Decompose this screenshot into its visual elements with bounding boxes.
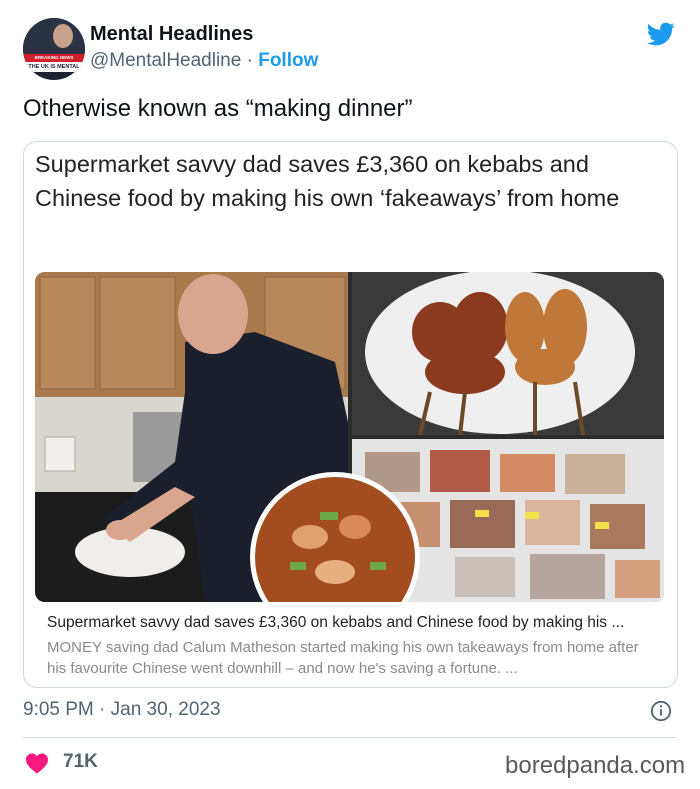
author-handle-line: @MentalHeadline · Follow xyxy=(90,50,318,72)
tweet-timestamp[interactable]: 9:05 PM · Jan 30, 2023 xyxy=(23,699,221,721)
divider xyxy=(23,737,676,738)
author-name[interactable]: Mental Headlines xyxy=(90,23,253,46)
twitter-bird-icon[interactable] xyxy=(645,20,677,48)
photo-collage xyxy=(35,272,664,602)
link-title[interactable]: Supermarket savvy dad saves £3,360 on ke… xyxy=(47,614,624,632)
watermark: boredpanda.com xyxy=(505,752,686,779)
avatar-banner-top: BREAKING NEWS xyxy=(23,54,85,62)
avatar-banner-bottom-text: THE UK IS MENTAL xyxy=(28,64,80,70)
handle-separator: · xyxy=(241,50,259,71)
avatar-banner-bottom: THE UK IS MENTAL xyxy=(23,62,85,72)
link-card[interactable]: Supermarket savvy dad saves £3,360 on ke… xyxy=(23,141,678,688)
avatar-face xyxy=(53,24,73,48)
author-handle[interactable]: @MentalHeadline xyxy=(90,50,241,71)
follow-button[interactable]: Follow xyxy=(258,50,318,71)
link-preview-caption[interactable]: Supermarket savvy dad saves £3,360 on ke… xyxy=(35,602,664,684)
info-icon[interactable] xyxy=(650,700,672,722)
tweet-text: Otherwise known as “making dinner” xyxy=(23,95,413,122)
link-description: MONEY saving dad Calum Matheson started … xyxy=(47,639,639,677)
avatar[interactable]: BREAKING NEWS THE UK IS MENTAL xyxy=(23,18,85,80)
card-headline: Supermarket savvy dad saves £3,360 on ke… xyxy=(35,151,620,211)
avatar-banner-top-text: BREAKING NEWS xyxy=(34,55,74,60)
heart-icon[interactable] xyxy=(25,752,49,774)
like-count[interactable]: 71K xyxy=(63,751,98,773)
article-photo xyxy=(35,272,664,602)
